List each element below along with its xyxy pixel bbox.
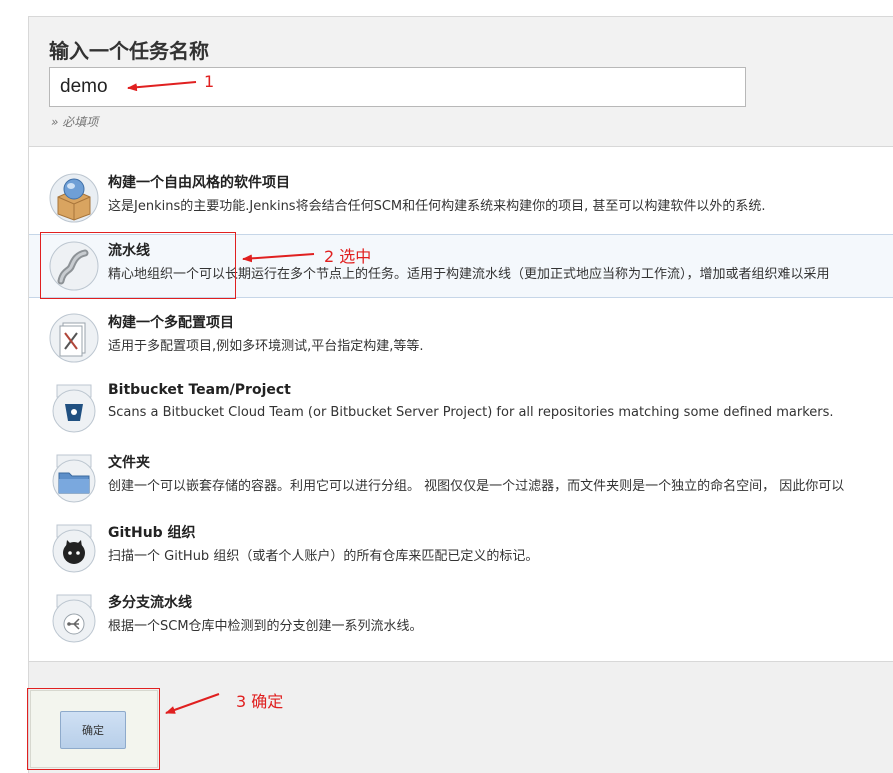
item-name-section: 输入一个任务名称 » 必填项 [28,16,893,146]
multi-config-icon [49,313,99,363]
page-title: 输入一个任务名称 [49,39,209,63]
item-type-folder[interactable]: 文件夹 创建一个可以嵌套存储的容器。利用它可以进行分组。 视图仅仅是一个过滤器，… [29,447,893,511]
multibranch-icon [52,594,96,643]
item-description: 适用于多配置项目,例如多环境测试,平台指定构建,等等. [108,339,424,354]
github-icon [52,524,96,573]
item-title: 多分支流水线 [108,595,192,611]
highlight-box-pipeline [40,232,236,299]
item-type-multi-config[interactable]: 构建一个多配置项目 适用于多配置项目,例如多环境测试,平台指定构建,等等. [29,307,893,371]
item-title: 文件夹 [108,455,150,471]
item-description: 这是Jenkins的主要功能.Jenkins将会结合任何SCM和任何构建系统来构… [108,199,766,214]
item-type-github-org[interactable]: GitHub 组织 扫描一个 GitHub 组织（或者个人账户）的所有仓库来匹配… [29,517,893,581]
item-description: 根据一个SCM仓库中检测到的分支创建一系列流水线。 [108,619,423,634]
required-hint: » 必填项 [51,115,99,129]
item-type-list: 构建一个自由风格的软件项目 这是Jenkins的主要功能.Jenkins将会结合… [28,146,893,661]
item-name-input[interactable] [49,67,746,107]
item-title: GitHub 组织 [108,525,196,541]
item-title: Bitbucket Team/Project [108,382,291,398]
annotation-step1-label: 1 [204,72,215,91]
item-type-freestyle[interactable]: 构建一个自由风格的软件项目 这是Jenkins的主要功能.Jenkins将会结合… [29,167,893,231]
annotation-step3-label: 3 确定 [236,692,284,711]
item-description: 扫描一个 GitHub 组织（或者个人账户）的所有仓库来匹配已定义的标记。 [108,549,539,564]
item-title: 构建一个多配置项目 [108,315,234,331]
folder-icon [52,454,96,503]
item-type-bitbucket[interactable]: Bitbucket Team/Project Scans a Bitbucket… [29,377,893,441]
highlight-box-ok [27,688,160,770]
item-title: 构建一个自由风格的软件项目 [108,175,290,191]
item-description: Scans a Bitbucket Cloud Team (or Bitbuck… [108,405,834,420]
bitbucket-icon [52,384,96,433]
freestyle-box-icon [49,173,99,223]
annotation-step2-label: 2 选中 [324,247,372,266]
item-type-multibranch[interactable]: 多分支流水线 根据一个SCM仓库中检测到的分支创建一系列流水线。 [29,587,893,651]
new-item-page: 输入一个任务名称 » 必填项 构建一个自由风格的软件项目 这是Jenkins的主… [0,0,893,773]
item-description: 创建一个可以嵌套存储的容器。利用它可以进行分组。 视图仅仅是一个过滤器，而文件夹… [108,479,845,494]
